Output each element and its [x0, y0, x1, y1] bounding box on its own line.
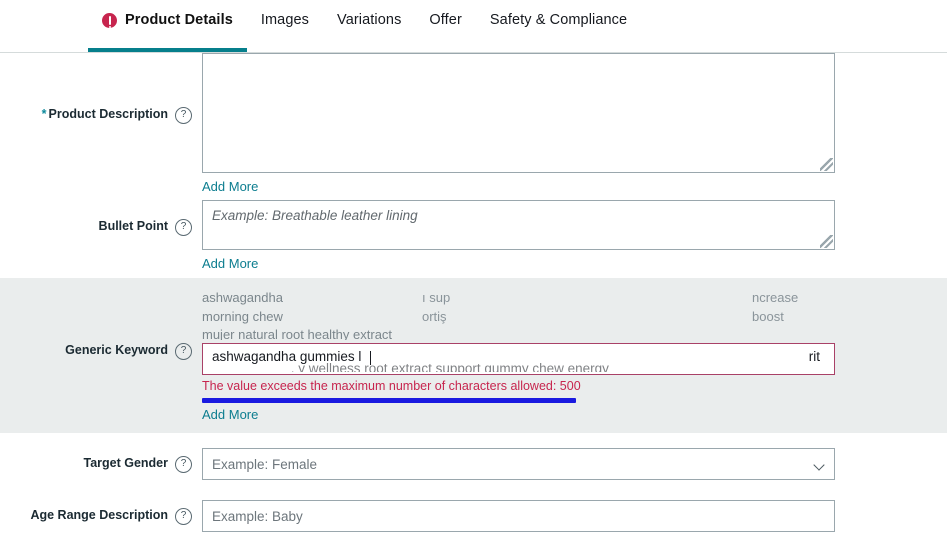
tab-product-details-label: Product Details — [125, 12, 233, 28]
tab-offer-label: Offer — [429, 12, 462, 28]
keyword-overflow-col3: ncrease — [752, 290, 799, 305]
age-range-description-placeholder: Example: Baby — [212, 508, 303, 524]
product-description-label-col: * Product Description ? — [0, 59, 202, 171]
keyword-overflow-line: ashwagandha ı sup ncrease — [202, 289, 835, 308]
bullet-point-textarea[interactable]: Example: Breathable leather lining — [202, 200, 835, 250]
bullet-point-label-col: Bullet Point ? — [0, 200, 202, 254]
product-description-field-col: Add More — [202, 53, 947, 194]
question-mark-circle-icon[interactable]: ? — [175, 218, 192, 236]
tab-images[interactable]: Images — [247, 0, 323, 40]
generic-keyword-input-tail: rit — [808, 349, 820, 364]
tab-safety-compliance[interactable]: Safety & Compliance — [476, 0, 641, 40]
chevron-down-icon — [814, 461, 825, 468]
bullet-point-label: Bullet Point — [98, 219, 168, 234]
age-range-description-label-col: Age Range Description ? — [0, 500, 202, 532]
product-tab-bar: Product Details Images Variations Offer … — [0, 0, 947, 53]
product-description-textarea[interactable] — [202, 53, 835, 173]
resize-handle-icon[interactable] — [820, 235, 833, 248]
tab-product-details[interactable]: Product Details — [88, 0, 247, 40]
generic-keyword-input-overflow: , y wellness root extract support gummy … — [212, 361, 609, 372]
target-gender-label-col: Target Gender ? — [0, 448, 202, 480]
field-row-age-range-description: Age Range Description ? Example: Baby — [0, 480, 947, 532]
keyword-overflow-col3: boost — [752, 308, 784, 324]
bullet-point-field-col: Example: Breathable leather lining Add M… — [202, 200, 947, 271]
generic-keyword-input[interactable]: ashwagandha gummies l , y wellness root … — [202, 343, 835, 375]
product-details-form: * Product Description ? Add More Bullet P… — [0, 53, 947, 532]
generic-keyword-overflow-text: ashwagandha ı sup ncrease morning chew o… — [202, 289, 835, 343]
question-mark-circle-icon[interactable]: ? — [175, 342, 192, 360]
generic-keyword-add-more-link[interactable]: Add More — [202, 407, 258, 422]
keyword-overflow-col1: morning chew — [202, 308, 283, 324]
age-range-description-input[interactable]: Example: Baby — [202, 500, 835, 532]
generic-keyword-label: Generic Keyword — [65, 343, 168, 358]
keyword-overflow-col2: ı sup — [422, 290, 451, 305]
age-range-description-field-col: Example: Baby — [202, 500, 947, 532]
field-row-target-gender: Target Gender ? Example: Female — [0, 433, 947, 480]
keyword-overflow-col1: mujer natural root healthy extract — [202, 327, 393, 340]
bullet-point-placeholder: Example: Breathable leather lining — [212, 208, 418, 223]
target-gender-select[interactable]: Example: Female — [202, 448, 835, 480]
generic-keyword-error-message: The value exceeds the maximum number of … — [202, 379, 581, 393]
age-range-description-label: Age Range Description — [30, 508, 168, 523]
field-row-product-description: * Product Description ? Add More — [0, 53, 947, 194]
tab-images-label: Images — [260, 12, 310, 28]
active-tab-underline — [88, 48, 247, 52]
tab-variations-label: Variations — [337, 12, 402, 28]
selection-highlight-bar — [202, 398, 576, 403]
required-asterisk: * — [41, 107, 47, 122]
generic-keyword-label-col: Generic Keyword ? — [0, 289, 202, 413]
question-mark-circle-icon[interactable]: ? — [175, 455, 192, 473]
tab-variations[interactable]: Variations — [323, 0, 415, 40]
tab-safety-compliance-label: Safety & Compliance — [489, 12, 628, 28]
target-gender-field-col: Example: Female — [202, 448, 947, 480]
target-gender-label: Target Gender — [83, 456, 168, 471]
product-description-label: * Product Description — [41, 107, 168, 122]
field-row-bullet-point: Bullet Point ? Example: Breathable leath… — [0, 194, 947, 271]
bullet-point-add-more-link[interactable]: Add More — [202, 256, 258, 271]
tab-strip: Product Details Images Variations Offer … — [0, 0, 947, 40]
resize-handle-icon[interactable] — [820, 158, 833, 171]
keyword-overflow-line: mujer natural root healthy extract — [202, 326, 835, 340]
generic-keyword-field-col: ashwagandha ı sup ncrease morning chew o… — [202, 289, 947, 422]
error-exclamation-icon — [102, 12, 117, 28]
product-description-add-more-link[interactable]: Add More — [202, 179, 258, 194]
question-mark-circle-icon[interactable]: ? — [175, 507, 192, 525]
target-gender-placeholder: Example: Female — [212, 456, 318, 472]
keyword-overflow-col1: ashwagandha — [202, 290, 283, 305]
question-mark-circle-icon[interactable]: ? — [175, 106, 192, 124]
keyword-overflow-col2: ortiş — [422, 308, 447, 324]
field-row-generic-keyword: Generic Keyword ? ashwagandha ı sup ncre… — [0, 278, 947, 433]
keyword-overflow-line: morning chew ortiş boost — [202, 308, 835, 327]
tab-offer[interactable]: Offer — [415, 0, 475, 40]
